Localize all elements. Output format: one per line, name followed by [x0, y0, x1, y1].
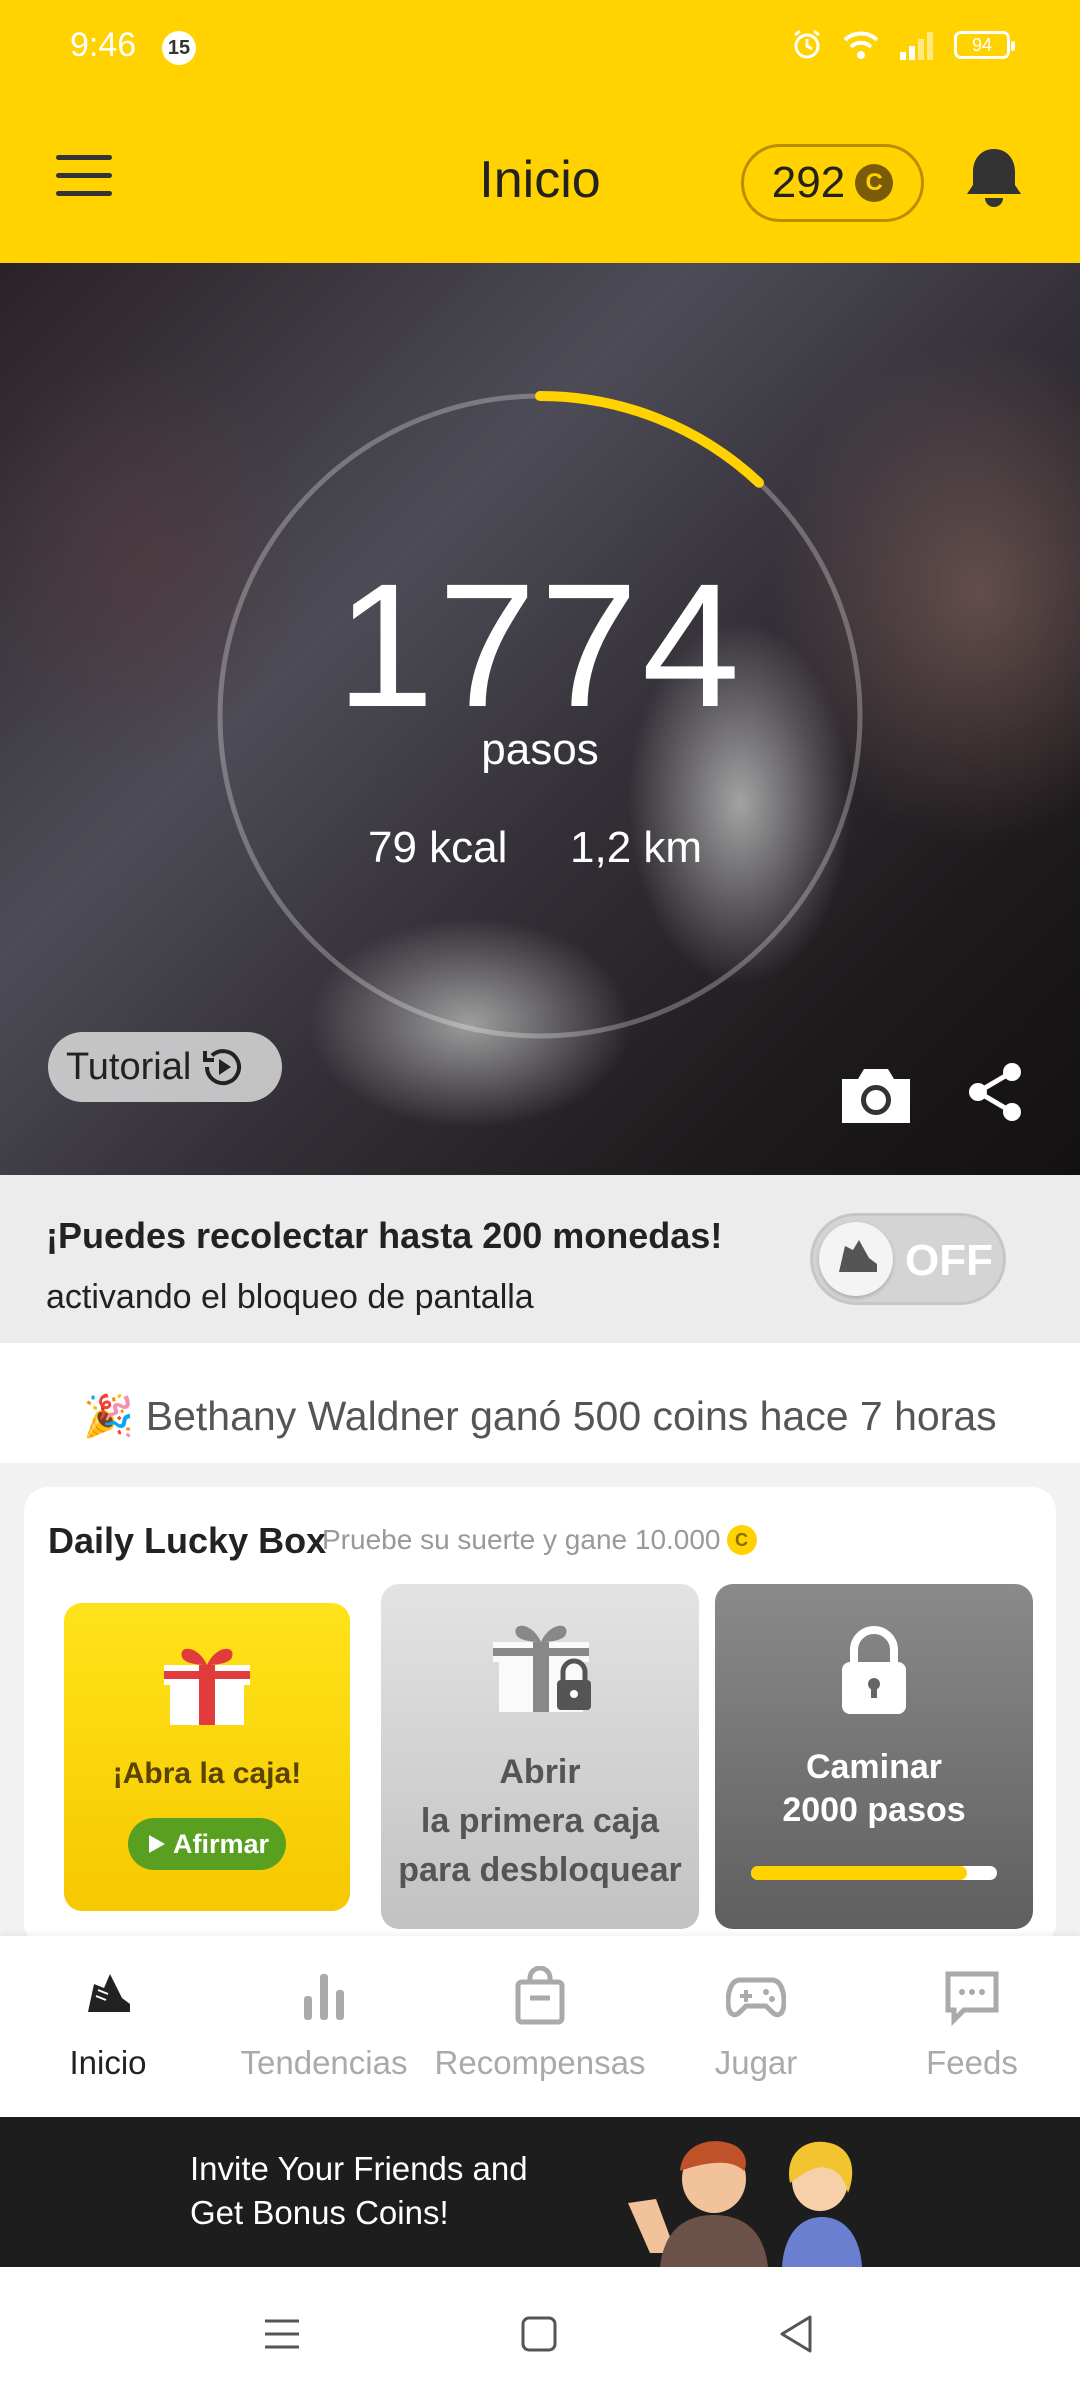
- invite-friends-banner[interactable]: Invite Your Friends and Get Bonus Coins!: [0, 2117, 1080, 2267]
- bar-chart-icon: [304, 1974, 344, 2020]
- locked-box-line1: Abrir: [499, 1753, 581, 1791]
- lucky-box-locked-2[interactable]: Caminar 2000 pasos: [715, 1584, 1033, 1929]
- coin-icon: C: [855, 164, 894, 202]
- nav-item-recompensas[interactable]: Recompensas: [432, 1936, 648, 2117]
- ticker-text: 🎉 Bethany Waldner ganó 500 coins hace 7 …: [83, 1393, 997, 1439]
- lucky-box-subtitle: Pruebe su suerte y gane 10.000 C: [322, 1524, 757, 1556]
- nav-label: Inicio: [69, 2044, 147, 2081]
- tutorial-button[interactable]: Tutorial: [48, 1032, 282, 1102]
- locked-box-label: Abrir la primera caja para desbloquear: [381, 1748, 699, 1895]
- tutorial-label: Tutorial: [66, 1045, 192, 1088]
- wifi-icon: [843, 31, 879, 59]
- bottom-navigation: Inicio Tendencias Recompensas Jugar Feed…: [0, 1936, 1080, 2117]
- back-triangle-icon[interactable]: [772, 2309, 822, 2359]
- lucky-box-open[interactable]: ¡Abra la caja! Afirmar: [64, 1603, 350, 1911]
- chat-icon: [945, 1971, 999, 2026]
- nav-item-inicio[interactable]: Inicio: [0, 1936, 216, 2117]
- walk-goal-progress-fill: [751, 1866, 968, 1880]
- toggle-state-label: OFF: [905, 1236, 993, 1285]
- shopping-bag-icon: [515, 1966, 565, 2025]
- lock-screen-toggle[interactable]: OFF: [810, 1213, 1006, 1305]
- coin-icon: C: [726, 1525, 757, 1555]
- play-icon: [148, 1835, 165, 1853]
- nav-item-jugar[interactable]: Jugar: [648, 1936, 864, 2117]
- lucky-box-subtitle-text: Pruebe su suerte y gane 10.000: [322, 1524, 721, 1555]
- shoe-icon: [839, 1240, 877, 1272]
- invite-banner-text: Invite Your Friends and Get Bonus Coins!: [190, 2147, 528, 2235]
- nav-label: Jugar: [714, 2044, 798, 2081]
- lock-screen-banner: ¡Puedes recolectar hasta 200 monedas! ac…: [0, 1175, 1080, 1343]
- notification-count-badge: 15: [162, 31, 196, 65]
- alarm-icon: [794, 29, 820, 59]
- winner-ticker: 🎉 Bethany Waldner ganó 500 coins hace 7 …: [0, 1343, 1080, 1463]
- open-box-label: ¡Abra la caja!: [112, 1757, 302, 1790]
- status-time: 9:46: [70, 26, 137, 64]
- steps-label: pasos: [481, 725, 599, 774]
- coin-balance[interactable]: 292 C: [741, 144, 924, 222]
- walk-goal-line2: 2000 pasos: [782, 1791, 966, 1829]
- locked-gift-icon: [493, 1625, 591, 1712]
- lock-banner-subtitle: activando el bloqueo de pantalla: [46, 1278, 534, 1316]
- status-icons: 94: [790, 28, 1015, 62]
- walk-goal-label: Caminar 2000 pasos: [715, 1746, 1033, 1832]
- toggle-knob: [819, 1222, 893, 1296]
- gift-icon: [164, 1648, 250, 1725]
- camera-icon[interactable]: [838, 1063, 914, 1127]
- status-bar: 9:46 15 94: [0, 0, 1080, 96]
- app-header: 9:46 15 94 Inicio 292 C: [0, 0, 1080, 263]
- walk-goal-progress-bar: [751, 1866, 997, 1880]
- nav-label: Tendencias: [240, 2044, 408, 2081]
- shoe-icon: [88, 1974, 130, 2012]
- nav-item-feeds[interactable]: Feeds: [864, 1936, 1080, 2117]
- recents-menu-icon[interactable]: [257, 2309, 307, 2359]
- locked-box-line3: para desbloquear: [398, 1851, 682, 1889]
- lock-banner-headline: ¡Puedes recolectar hasta 200 monedas!: [46, 1215, 723, 1256]
- share-icon[interactable]: [966, 1060, 1026, 1124]
- step-count: 1774: [336, 548, 744, 744]
- system-navigation-bar: [0, 2267, 1080, 2400]
- home-square-icon[interactable]: [514, 2309, 564, 2359]
- notification-bell-icon[interactable]: [963, 145, 1025, 211]
- lucky-box-title: Daily Lucky Box: [48, 1520, 327, 1561]
- signal-icon: [900, 32, 933, 60]
- coin-count: 292: [771, 158, 846, 207]
- invite-banner-line2: Get Bonus Coins!: [190, 2194, 449, 2231]
- replay-play-icon: [203, 1049, 242, 1086]
- confirm-button[interactable]: Afirmar: [128, 1818, 286, 1870]
- nav-item-tendencias[interactable]: Tendencias: [216, 1936, 432, 2117]
- calories-value: 79 kcal: [368, 823, 508, 872]
- friends-illustration-icon: [628, 2141, 862, 2267]
- steps-hero: 1774 pasos 79 kcal 1,2 km Tutorial: [0, 263, 1080, 1175]
- nav-label: Recompensas: [434, 2044, 646, 2081]
- walk-goal-line1: Caminar: [805, 1748, 943, 1786]
- lucky-box-locked-1[interactable]: Abrir la primera caja para desbloquear: [381, 1584, 699, 1929]
- invite-banner-line1: Invite Your Friends and: [190, 2150, 528, 2187]
- battery-icon: 94: [954, 31, 1015, 59]
- distance-value: 1,2 km: [570, 823, 703, 872]
- lock-icon: [842, 1626, 906, 1714]
- nav-label: Feeds: [926, 2044, 1018, 2081]
- gamepad-icon: [726, 1977, 786, 2018]
- confirm-button-label: Afirmar: [172, 1828, 270, 1859]
- locked-box-line2: la primera caja: [420, 1802, 660, 1840]
